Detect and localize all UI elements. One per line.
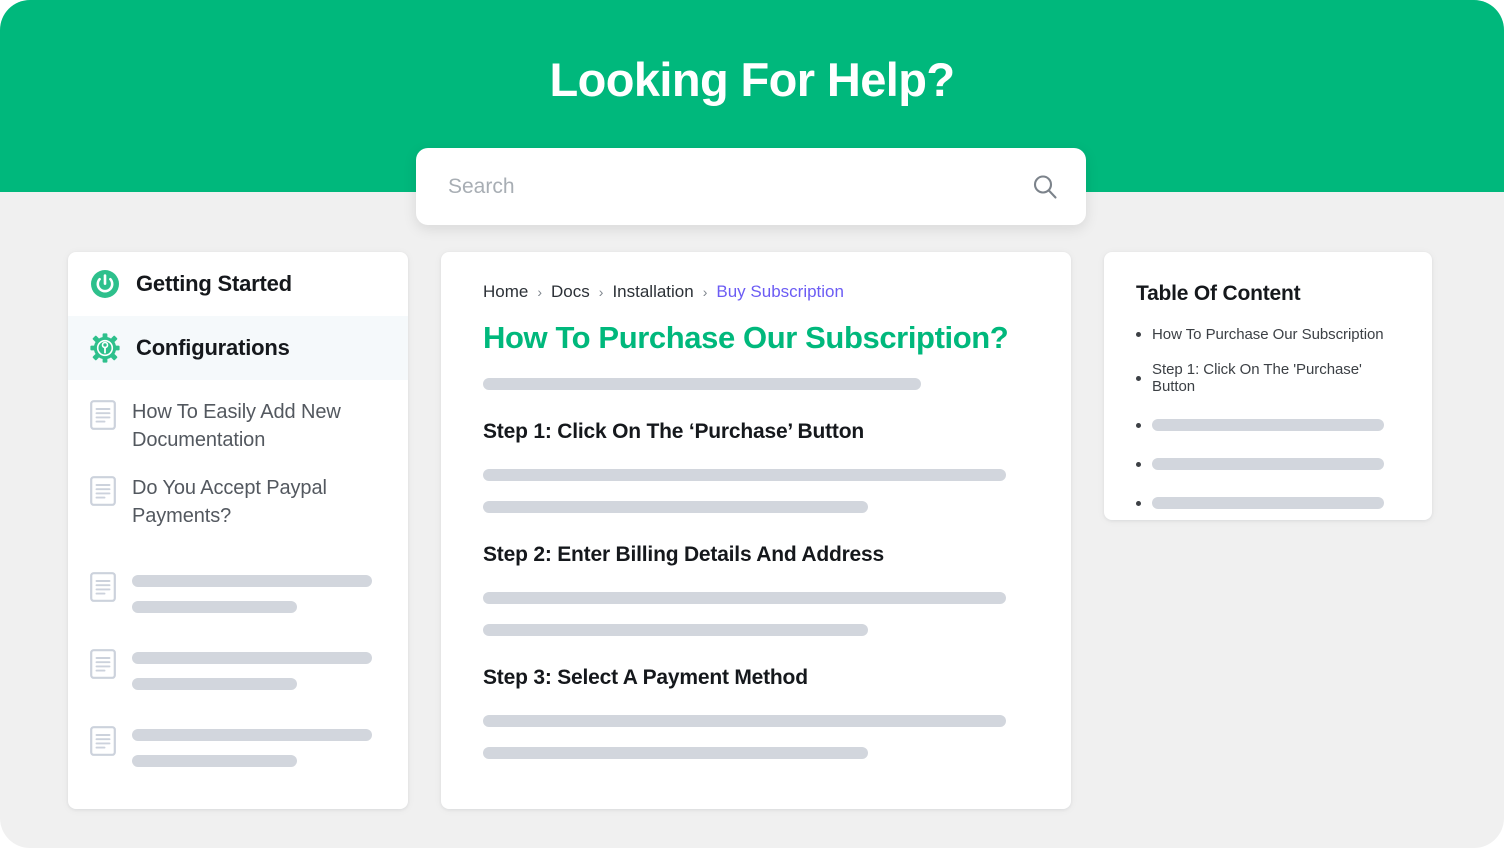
section-heading-step-2: Step 2: Enter Billing Details And Addres…: [483, 543, 884, 566]
placeholder-bar: [483, 624, 868, 636]
placeholder-lines: [132, 572, 372, 613]
toc-item-label: Step 1: Click On The 'Purchase' Button: [1152, 361, 1362, 395]
placeholder-bar: [132, 755, 297, 767]
toc-title: Table Of Content: [1136, 282, 1301, 305]
document-icon: [90, 400, 116, 430]
breadcrumb: Home › Docs › Installation › Buy Subscri…: [483, 282, 1031, 302]
breadcrumb-item-installation[interactable]: Installation: [612, 282, 693, 302]
placeholder-bar: [483, 501, 868, 513]
placeholder-bar: [132, 652, 372, 664]
search-input[interactable]: [448, 174, 1030, 199]
content-board: Getting Started Configurations How To Ea…: [0, 252, 1504, 812]
section-heading-step-3: Step 3: Select A Payment Method: [483, 666, 808, 689]
placeholder-lines: [132, 726, 372, 767]
placeholder-bar: [132, 678, 297, 690]
document-icon: [90, 649, 116, 684]
sidebar-item-getting-started[interactable]: Getting Started: [68, 252, 408, 316]
bullet-icon: [1136, 500, 1141, 506]
toc-item[interactable]: Step 1: Click On The 'Purchase' Button: [1136, 361, 1402, 395]
chevron-right-icon: ›: [598, 284, 604, 300]
section-heading-step-1: Step 1: Click On The ‘Purchase’ Button: [483, 420, 864, 443]
sidebar-placeholder-item[interactable]: [68, 637, 408, 702]
sidebar-item-label: Configurations: [136, 335, 290, 360]
placeholder-bar: [1152, 419, 1384, 431]
sidebar-panel: Getting Started Configurations How To Ea…: [68, 252, 408, 809]
sidebar-placeholder-item[interactable]: [68, 560, 408, 625]
article-panel: Home › Docs › Installation › Buy Subscri…: [441, 252, 1071, 809]
document-icon: [90, 726, 116, 761]
bullet-icon: [1136, 461, 1141, 467]
table-of-content-panel: Table Of Content How To Purchase Our Sub…: [1104, 252, 1432, 520]
chevron-right-icon: ›: [702, 284, 708, 300]
placeholder-bar: [1152, 458, 1384, 470]
sidebar-placeholder-item[interactable]: [68, 714, 408, 779]
placeholder-bar: [483, 592, 1006, 604]
sidebar-doc-item[interactable]: Do You Accept Paypal Payments?: [68, 464, 408, 540]
sidebar-doc-item[interactable]: How To Easily Add New Documentation: [68, 388, 408, 464]
toc-item-label: How To Purchase Our Subscription: [1152, 326, 1384, 343]
document-icon: [90, 572, 116, 607]
article-title: How To Purchase Our Subscription?: [483, 320, 1009, 355]
breadcrumb-item-buy-subscription[interactable]: Buy Subscription: [716, 282, 844, 302]
bullet-icon: [1136, 422, 1141, 428]
search-bar[interactable]: [416, 148, 1086, 225]
placeholder-bar: [132, 601, 297, 613]
sidebar-item-configurations[interactable]: Configurations: [68, 316, 408, 380]
breadcrumb-item-docs[interactable]: Docs: [551, 282, 590, 302]
toc-placeholder-item[interactable]: [1136, 497, 1402, 509]
power-icon: [90, 269, 120, 299]
sidebar-doc-label: Do You Accept Paypal Payments?: [132, 477, 327, 527]
document-icon: [90, 476, 116, 506]
placeholder-bar: [132, 575, 372, 587]
placeholder-lines: [132, 649, 372, 690]
article-intro-placeholder: [483, 378, 1031, 390]
page-title: Looking For Help?: [549, 53, 956, 106]
gear-icon: [90, 333, 120, 363]
placeholder-bar: [1152, 497, 1384, 509]
section-body-placeholder: [483, 469, 1031, 513]
placeholder-bar: [483, 747, 868, 759]
bullet-icon: [1136, 332, 1141, 337]
chevron-right-icon: ›: [537, 284, 543, 300]
sidebar-doc-label: How To Easily Add New Documentation: [132, 401, 341, 451]
section-body-placeholder: [483, 715, 1031, 759]
toc-placeholder-item[interactable]: [1136, 419, 1402, 431]
breadcrumb-item-home[interactable]: Home: [483, 282, 528, 302]
placeholder-bar: [483, 715, 1006, 727]
toc-placeholder-item[interactable]: [1136, 458, 1402, 470]
section-body-placeholder: [483, 592, 1031, 636]
sidebar-item-label: Getting Started: [136, 271, 292, 296]
toc-item[interactable]: How To Purchase Our Subscription: [1136, 326, 1402, 343]
bullet-icon: [1136, 375, 1141, 381]
placeholder-bar: [483, 378, 921, 390]
help-center-page: Looking For Help? Getting Started: [0, 0, 1504, 848]
placeholder-bar: [483, 469, 1006, 481]
search-icon[interactable]: [1030, 172, 1060, 202]
placeholder-bar: [132, 729, 372, 741]
